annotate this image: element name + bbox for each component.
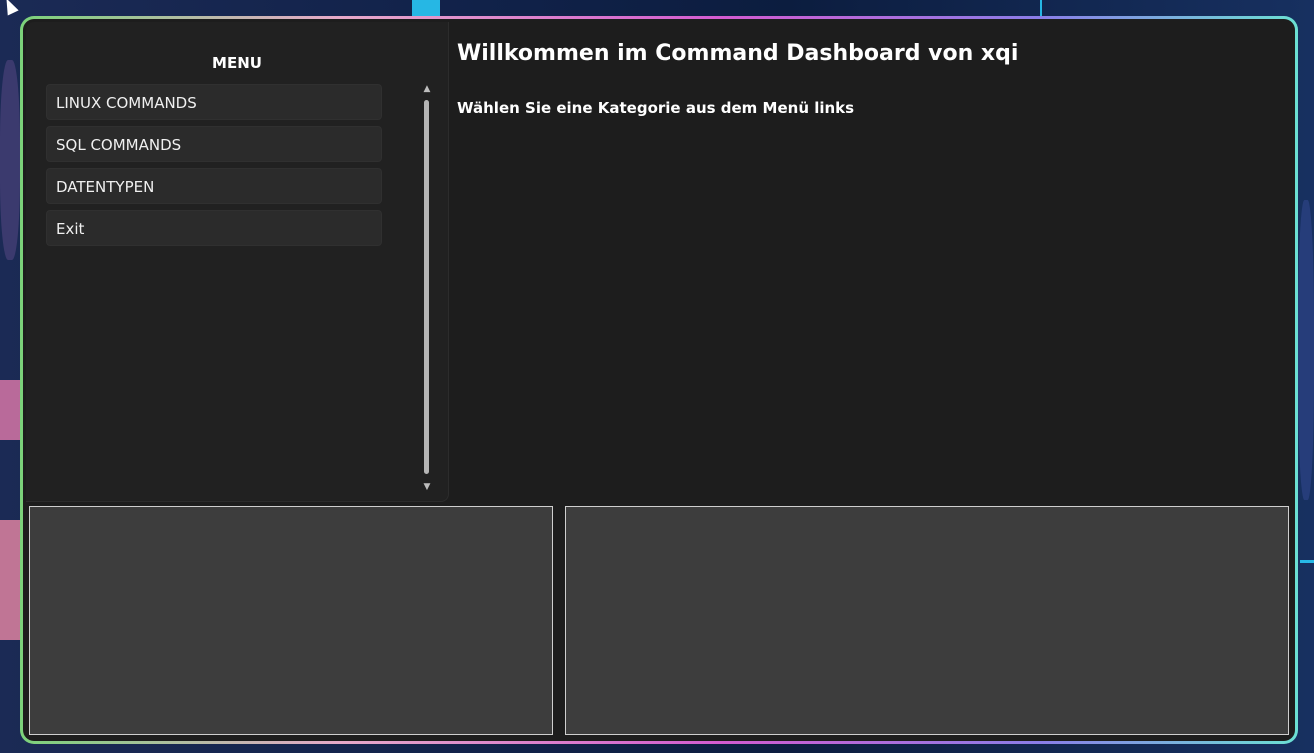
app-window-border: MENU LINUX COMMANDS SQL COMMANDS DATENTY… xyxy=(20,16,1298,744)
menu-item-exit[interactable]: Exit xyxy=(46,210,382,246)
menu-scrollbar[interactable]: ▲ ▼ xyxy=(422,84,432,492)
menu-item-linux-commands[interactable]: LINUX COMMANDS xyxy=(46,84,382,120)
menu-item-datentypen[interactable]: DATENTYPEN xyxy=(46,168,382,204)
output-panel-left[interactable] xyxy=(29,506,553,735)
output-panel-right[interactable] xyxy=(565,506,1289,735)
scroll-up-arrow-icon[interactable]: ▲ xyxy=(422,84,432,94)
scroll-down-arrow-icon[interactable]: ▼ xyxy=(422,482,432,492)
page-subtitle: Wählen Sie eine Kategorie aus dem Menü l… xyxy=(457,99,855,117)
menu-item-sql-commands[interactable]: SQL COMMANDS xyxy=(46,126,382,162)
menu-list: LINUX COMMANDS SQL COMMANDS DATENTYPEN E… xyxy=(46,84,382,252)
sidebar-menu: MENU LINUX COMMANDS SQL COMMANDS DATENTY… xyxy=(26,22,449,502)
page-title: Willkommen im Command Dashboard von xqi xyxy=(457,41,1019,66)
menu-title: MENU xyxy=(212,54,262,72)
scrollbar-thumb[interactable] xyxy=(424,100,429,474)
app-window: MENU LINUX COMMANDS SQL COMMANDS DATENTY… xyxy=(23,19,1295,741)
